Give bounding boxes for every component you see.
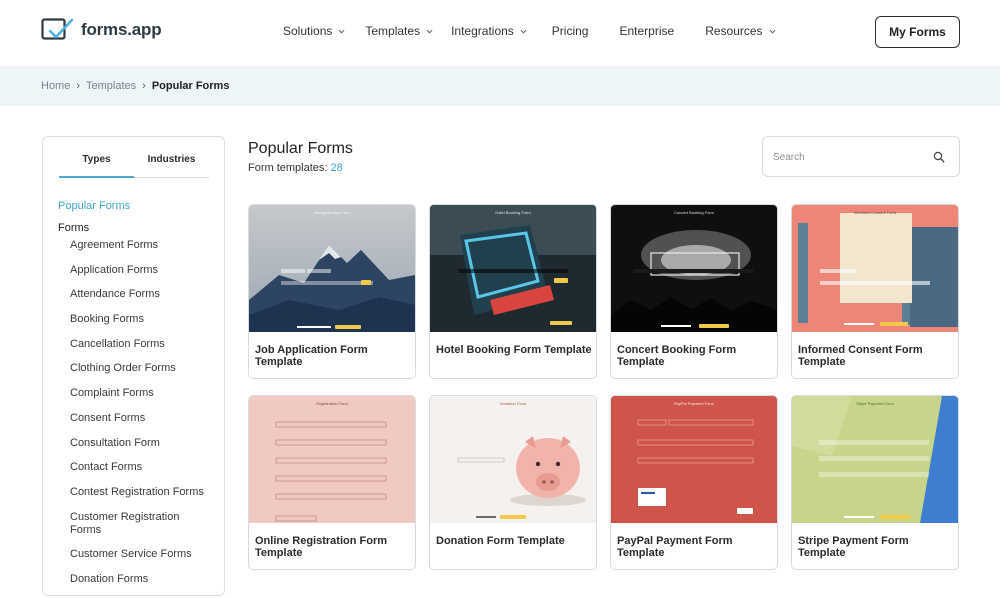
hotel-sign-image	[430, 205, 596, 332]
nav-label: Enterprise	[619, 24, 675, 38]
sidebar-item[interactable]: Consultation Form	[58, 437, 223, 450]
template-card-stripe-payment[interactable]: Stripe Payment Form Stripe Payment Form …	[791, 395, 959, 570]
card-title: Online Registration Form Template	[255, 535, 388, 559]
template-card-paypal-payment[interactable]: PayPal Payment Form PayPal Payment Form …	[610, 395, 778, 570]
breadcrumb-current: Popular Forms	[151, 80, 230, 92]
thumbnail-title: Informed Consent Form	[853, 210, 897, 215]
template-card-concert-booking[interactable]: Concert Booking Form Concert Booking For…	[610, 204, 778, 379]
nav-templates[interactable]: Templates	[365, 24, 433, 38]
search-box	[762, 136, 960, 177]
mountain-image	[249, 205, 415, 332]
nav-label: Solutions	[283, 24, 333, 38]
site-header: forms.app Solutions Templates Integratio…	[0, 0, 1000, 66]
nav-label: Templates	[365, 24, 421, 38]
thumbnail-title: Registration Form	[316, 401, 348, 406]
search-icon[interactable]	[933, 151, 945, 163]
thumbnail-title: Stripe Payment Form	[856, 401, 894, 406]
nav-pricing[interactable]: Pricing	[552, 24, 589, 38]
logo-text: forms.app	[81, 20, 162, 39]
sidebar-item[interactable]: Donation Forms	[58, 573, 223, 586]
chevron-down-icon	[338, 29, 345, 33]
card-title: Stripe Payment Form Template	[798, 535, 909, 559]
breadcrumb-bar: Home › Templates › Popular Forms	[0, 66, 1000, 106]
sidebar-section-forms[interactable]: Forms	[58, 221, 223, 239]
template-thumbnail: Registration Form	[249, 396, 415, 523]
piggy-bank-image	[430, 396, 596, 523]
thumbnail-title: Hotel Booking Form	[495, 210, 531, 215]
sidebar-item[interactable]: Complaint Forms	[58, 387, 223, 400]
sidebar-item[interactable]: Attendance Forms	[58, 288, 223, 301]
template-count: Form templates: 28	[248, 162, 343, 174]
card-title: Hotel Booking Form Template	[436, 344, 592, 356]
stripe-form-image	[792, 396, 958, 523]
breadcrumb: Home › Templates › Popular Forms	[41, 80, 229, 92]
template-card-hotel-booking[interactable]: Hotel Booking Form Hotel Booking Form Te…	[429, 204, 597, 379]
thumbnail-title: PayPal Payment Form	[673, 401, 714, 406]
sidebar-item-popular-forms[interactable]: Popular Forms	[58, 199, 223, 221]
search-input[interactable]	[773, 149, 923, 165]
sidebar-item[interactable]: Customer Service Forms	[58, 548, 223, 561]
template-card-online-registration[interactable]: Registration Form Online Registration Fo…	[248, 395, 416, 570]
thumbnail-title: Concert Booking Form	[673, 210, 714, 215]
chevron-down-icon	[426, 29, 433, 33]
template-count-label: Form templates:	[248, 162, 328, 174]
card-title: Job Application Form Template	[255, 344, 368, 368]
thumbnail-title: Donation Form	[499, 401, 527, 406]
card-title: Informed Consent Form Template	[798, 344, 923, 368]
breadcrumb-home[interactable]: Home	[41, 80, 70, 92]
main-nav: Solutions Templates Integrations Pricing…	[283, 24, 776, 38]
card-title: Concert Booking Form Template	[617, 344, 737, 368]
sidebar-item[interactable]: Agreement Forms	[58, 239, 223, 252]
template-card-job-application[interactable]: Job Application Form Job Application For…	[248, 204, 416, 379]
breadcrumb-separator: ›	[76, 80, 81, 92]
template-card-informed-consent[interactable]: Informed Consent Form Informed Consent F…	[791, 204, 959, 379]
nav-label: Integrations	[451, 24, 514, 38]
sidebar-item[interactable]: Booking Forms	[58, 313, 223, 326]
sidebar-item[interactable]: Contact Forms	[58, 461, 223, 474]
card-title: PayPal Payment Form Template	[617, 535, 733, 559]
template-thumbnail: Stripe Payment Form	[792, 396, 958, 523]
logo-icon	[41, 18, 74, 40]
template-thumbnail: PayPal Payment Form	[611, 396, 777, 523]
nav-solutions[interactable]: Solutions	[283, 24, 345, 38]
nav-resources[interactable]: Resources	[705, 24, 776, 38]
template-thumbnail: Informed Consent Form	[792, 205, 958, 332]
breadcrumb-separator: ›	[142, 80, 146, 92]
concert-image	[611, 205, 777, 332]
consent-paper-image	[792, 205, 958, 332]
sidebar-tabs: Types Industries	[59, 153, 209, 178]
paypal-form-image	[611, 396, 777, 523]
template-card-donation[interactable]: Donation Form Donation Form Template	[429, 395, 597, 570]
registration-form-image	[249, 396, 415, 523]
sidebar-item[interactable]: Cancellation Forms	[58, 338, 223, 351]
category-list: Popular Forms Forms Agreement Forms Appl…	[58, 199, 223, 598]
thumbnail-title: Job Application Form	[313, 210, 351, 215]
template-thumbnail: Job Application Form	[249, 205, 415, 332]
sidebar-item[interactable]: Consent Forms	[58, 412, 223, 425]
tab-types[interactable]: Types	[59, 153, 134, 178]
template-count-value: 28	[330, 162, 343, 174]
logo[interactable]: forms.app	[41, 17, 162, 43]
tab-industries[interactable]: Industries	[134, 153, 209, 177]
breadcrumb-templates[interactable]: Templates	[86, 80, 136, 92]
card-title: Donation Form Template	[436, 535, 565, 547]
sidebar-item[interactable]: Customer Registration Forms	[58, 511, 183, 537]
sidebar-item[interactable]: Application Forms	[58, 264, 223, 277]
nav-integrations[interactable]: Integrations	[451, 24, 527, 38]
template-thumbnail: Donation Form	[430, 396, 596, 523]
category-sidebar: Types Industries Popular Forms Forms Agr…	[42, 136, 225, 596]
my-forms-button[interactable]: My Forms	[875, 16, 960, 48]
nav-label: Resources	[705, 24, 763, 38]
sidebar-item[interactable]: Contest Registration Forms	[58, 486, 223, 499]
chevron-down-icon	[520, 29, 527, 33]
sidebar-item[interactable]: Clothing Order Forms	[58, 362, 223, 375]
chevron-down-icon	[769, 29, 776, 33]
nav-label: Pricing	[551, 24, 589, 38]
nav-enterprise[interactable]: Enterprise	[619, 24, 674, 38]
template-thumbnail: Hotel Booking Form	[430, 205, 596, 332]
template-thumbnail: Concert Booking Form	[611, 205, 777, 332]
page-title: Popular Forms	[248, 140, 353, 157]
